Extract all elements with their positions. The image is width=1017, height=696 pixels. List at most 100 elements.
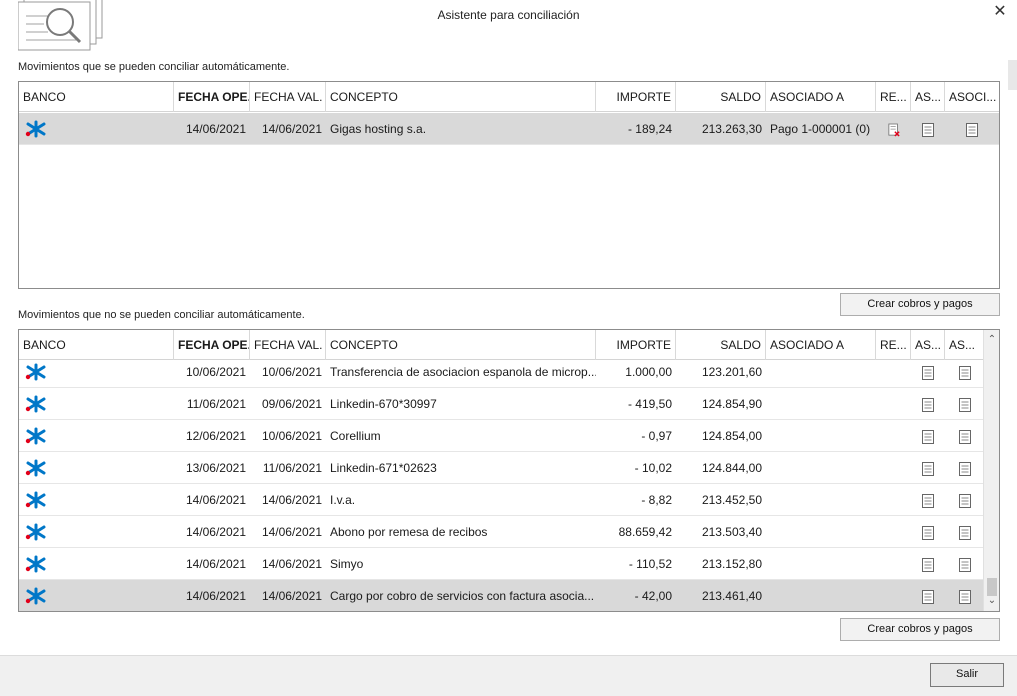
- document-icon[interactable]: [945, 420, 984, 452]
- caixabank-star-icon: [24, 459, 46, 477]
- table-row[interactable]: 14/06/2021 14/06/2021 Gigas hosting s.a.…: [19, 113, 999, 145]
- col-saldo[interactable]: SALDO: [676, 82, 766, 112]
- concepto: Transferencia de asociacion espanola de …: [330, 365, 596, 379]
- document-icon[interactable]: [911, 452, 945, 484]
- importe: - 8,82: [641, 493, 672, 507]
- concepto: Cargo por cobro de servicios con factura…: [330, 589, 595, 603]
- saldo: 213.263,30: [701, 122, 762, 136]
- fecha-val: 14/06/2021: [261, 525, 322, 539]
- col-importe[interactable]: IMPORTE: [596, 82, 676, 112]
- document-icon[interactable]: [911, 516, 945, 548]
- vertical-scrollbar[interactable]: ⌃ ⌄: [983, 330, 999, 611]
- fecha-ope: 14/06/2021: [185, 493, 246, 507]
- col-asoci[interactable]: ASOCI...: [945, 82, 999, 112]
- table-row[interactable]: 14/06/2021 14/06/2021 Abono por remesa de …: [19, 516, 984, 548]
- section-auto-label: Movimientos que se pueden conciliar auto…: [18, 61, 290, 73]
- document-icon[interactable]: [911, 388, 945, 420]
- fecha-ope: 14/06/2021: [185, 557, 246, 571]
- importe: - 42,00: [634, 589, 672, 603]
- table-row[interactable]: 13/06/2021 11/06/2021 Linkedin-671*02623 - …: [19, 452, 984, 484]
- caixabank-star-icon: [24, 523, 46, 541]
- fecha-val: 10/06/2021: [261, 429, 322, 443]
- concepto: Gigas hosting s.a.: [330, 122, 427, 136]
- col-banco[interactable]: BANCO: [19, 82, 174, 112]
- table-row[interactable]: 12/06/2021 10/06/2021 Corellium - 0,97 124.8…: [19, 420, 984, 452]
- col-concepto[interactable]: CONCEPTO: [326, 82, 596, 112]
- concepto: Linkedin-671*02623: [330, 461, 437, 475]
- table-row[interactable]: 14/06/2021 14/06/2021 I.v.a. - 8,82 213.452,…: [19, 484, 984, 516]
- col-fecha-val[interactable]: FECHA VAL.: [250, 82, 326, 112]
- document-icon[interactable]: [945, 484, 984, 516]
- document-icon[interactable]: [911, 580, 945, 611]
- close-icon[interactable]: ✕: [990, 2, 1010, 22]
- col-asociado-a[interactable]: ASOCIADO A: [766, 82, 876, 112]
- importe: - 419,50: [627, 397, 672, 411]
- document-icon[interactable]: [911, 484, 945, 516]
- window-title: Asistente para conciliación: [437, 8, 580, 22]
- importe: - 0,97: [641, 429, 672, 443]
- table-row[interactable]: 14/06/2021 14/06/2021 Simyo - 110,52 213.152…: [19, 548, 984, 580]
- table-row[interactable]: 10/06/2021 10/06/2021 Transferencia de aso…: [19, 356, 984, 388]
- col-re[interactable]: RE...: [876, 82, 911, 112]
- importe: - 189,24: [627, 122, 672, 136]
- window-edge: [1008, 60, 1017, 90]
- fecha-val: 11/06/2021: [262, 461, 322, 475]
- asociado-a: Pago 1-000001 (0): [770, 122, 871, 136]
- saldo: 123.201,60: [701, 365, 762, 379]
- fecha-val: 10/06/2021: [261, 365, 322, 379]
- concepto: Linkedin-670*30997: [330, 397, 437, 411]
- table-row[interactable]: 11/06/2021 09/06/2021 Linkedin-670*30997 - …: [19, 388, 984, 420]
- concepto: Simyo: [330, 557, 364, 571]
- remove-doc-icon[interactable]: [876, 113, 911, 145]
- table-row[interactable]: 14/06/2021 14/06/2021 Cargo por cobro de s…: [19, 580, 984, 611]
- document-icon[interactable]: [911, 420, 945, 452]
- fecha-ope: 13/06/2021: [185, 461, 246, 475]
- fecha-val: 14/06/2021: [261, 557, 322, 571]
- document-icon[interactable]: [945, 516, 984, 548]
- saldo: 124.854,90: [701, 397, 762, 411]
- document-icon[interactable]: [945, 113, 999, 145]
- concepto: Corellium: [330, 429, 381, 443]
- fecha-ope: 10/06/2021: [185, 365, 246, 379]
- saldo: 124.844,00: [701, 461, 762, 475]
- create-payments-button-1[interactable]: Crear cobros y pagos: [840, 293, 1000, 316]
- document-icon[interactable]: [911, 356, 945, 388]
- saldo: 213.152,80: [701, 557, 762, 571]
- fecha-val: 14/06/2021: [261, 122, 322, 136]
- document-icon[interactable]: [911, 113, 945, 145]
- caixabank-star-icon: [24, 427, 46, 445]
- fecha-val: 14/06/2021: [261, 493, 322, 507]
- caixabank-star-icon: [24, 363, 46, 381]
- document-icon[interactable]: [945, 548, 984, 580]
- fecha-ope: 14/06/2021: [185, 122, 246, 136]
- document-icon[interactable]: [945, 388, 984, 420]
- document-icon[interactable]: [911, 548, 945, 580]
- concepto: Abono por remesa de recibos: [330, 525, 488, 539]
- document-icon[interactable]: [945, 452, 984, 484]
- caixabank-star-icon: [24, 587, 46, 605]
- concepto: I.v.a.: [330, 493, 356, 507]
- col-fecha-ope[interactable]: FECHA OPE.: [174, 82, 250, 112]
- document-icon[interactable]: [945, 580, 984, 611]
- importe: - 110,52: [628, 557, 672, 571]
- importe: 1.000,00: [625, 365, 672, 379]
- scroll-up-icon[interactable]: ⌃: [984, 332, 999, 348]
- scroll-down-icon[interactable]: ⌄: [984, 593, 999, 609]
- caixabank-star-icon: [24, 555, 46, 573]
- create-payments-button-2[interactable]: Crear cobros y pagos: [840, 618, 1000, 641]
- document-icon[interactable]: [945, 356, 984, 388]
- fecha-ope: 11/06/2021: [186, 397, 246, 411]
- caixabank-star-icon: [24, 395, 46, 413]
- footer-bar: [0, 655, 1017, 696]
- fecha-ope: 12/06/2021: [185, 429, 246, 443]
- fecha-ope: 14/06/2021: [185, 589, 246, 603]
- manual-reconcile-grid: BANCO FECHA OPE. FECHA VAL. CONCEPTO IMP…: [18, 329, 1000, 612]
- saldo: 124.854,00: [701, 429, 762, 443]
- importe: - 10,02: [634, 461, 672, 475]
- col-as[interactable]: AS...: [911, 82, 945, 112]
- section-manual-label: Movimientos que no se pueden conciliar a…: [18, 309, 305, 321]
- auto-reconcile-grid: BANCO FECHA OPE. FECHA VAL. CONCEPTO IMP…: [18, 81, 1000, 289]
- fecha-val: 09/06/2021: [261, 397, 322, 411]
- salir-button[interactable]: Salir: [930, 663, 1004, 687]
- saldo: 213.503,40: [701, 525, 762, 539]
